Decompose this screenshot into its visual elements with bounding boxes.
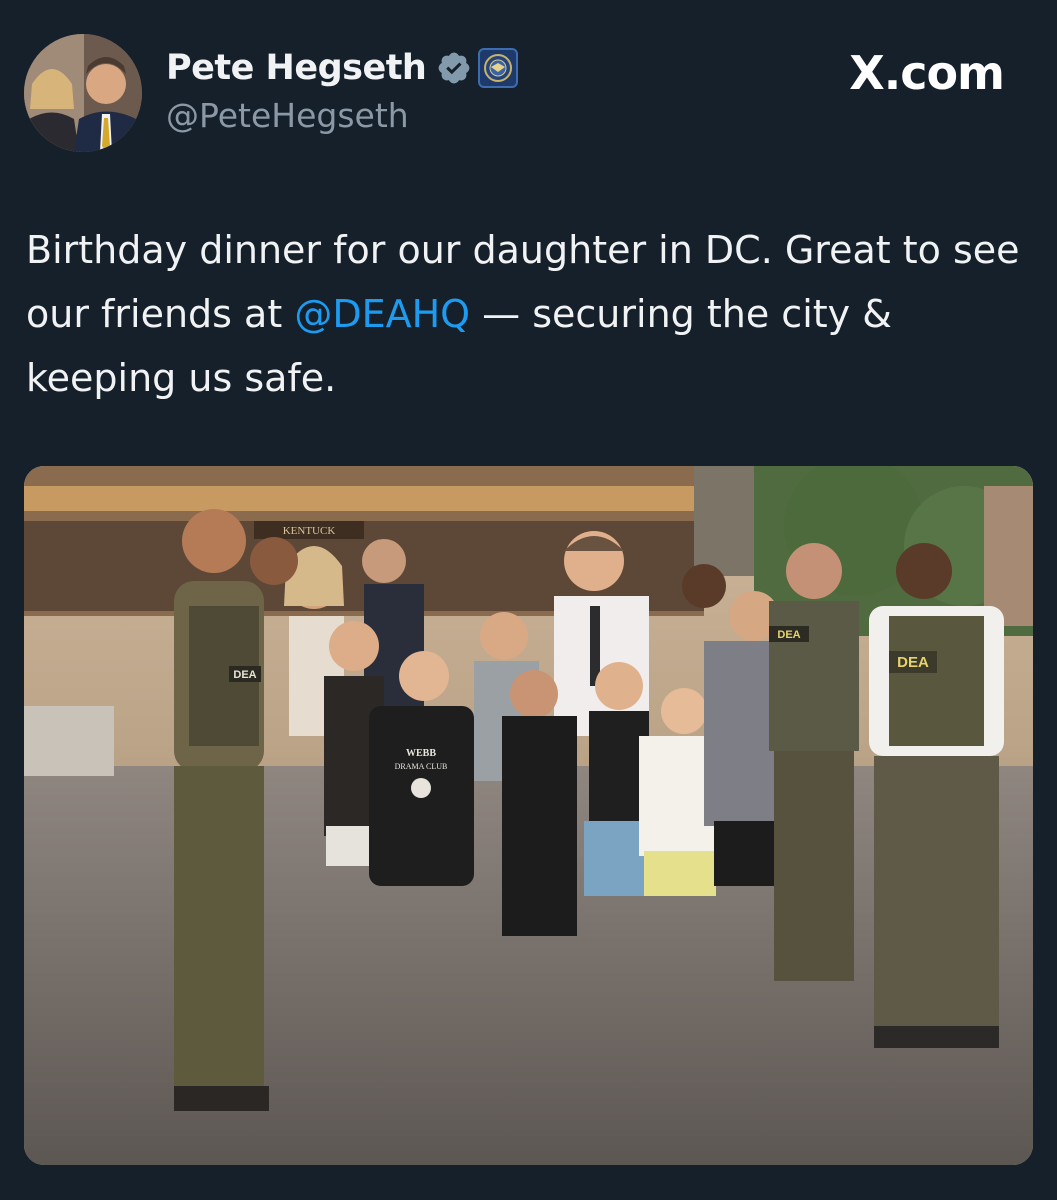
verified-badge-icon	[438, 52, 470, 84]
author-info: Pete Hegseth @PeteHegseth	[166, 46, 519, 135]
shirt-text-line2: DRAMA CLUB	[395, 762, 448, 771]
author-handle[interactable]: @PeteHegseth	[166, 96, 518, 135]
building-sign: KENTUCK	[283, 525, 336, 537]
vest-label-left: DEA	[233, 669, 256, 681]
avatar[interactable]	[24, 34, 142, 152]
mention-link[interactable]: @DEAHQ	[294, 292, 470, 336]
vest-label-middle: DEA	[777, 629, 800, 641]
display-name[interactable]: Pete Hegseth	[166, 48, 427, 88]
vest-label-right: DEA	[897, 654, 929, 671]
shirt-text-line1: WEBB	[406, 748, 436, 759]
tweet-text: Birthday dinner for our daughter in DC. …	[26, 218, 1036, 410]
x-logo: X.com	[849, 46, 1005, 100]
dod-seal-icon	[478, 48, 519, 88]
tweet-photo[interactable]: KENTUCK DEA WEBB DRAMA CLUB DEA DEA	[24, 466, 1033, 1165]
tweet-header: Pete Hegseth @PeteHegseth X.com	[24, 34, 1034, 152]
display-name-row: Pete Hegseth	[166, 46, 519, 90]
